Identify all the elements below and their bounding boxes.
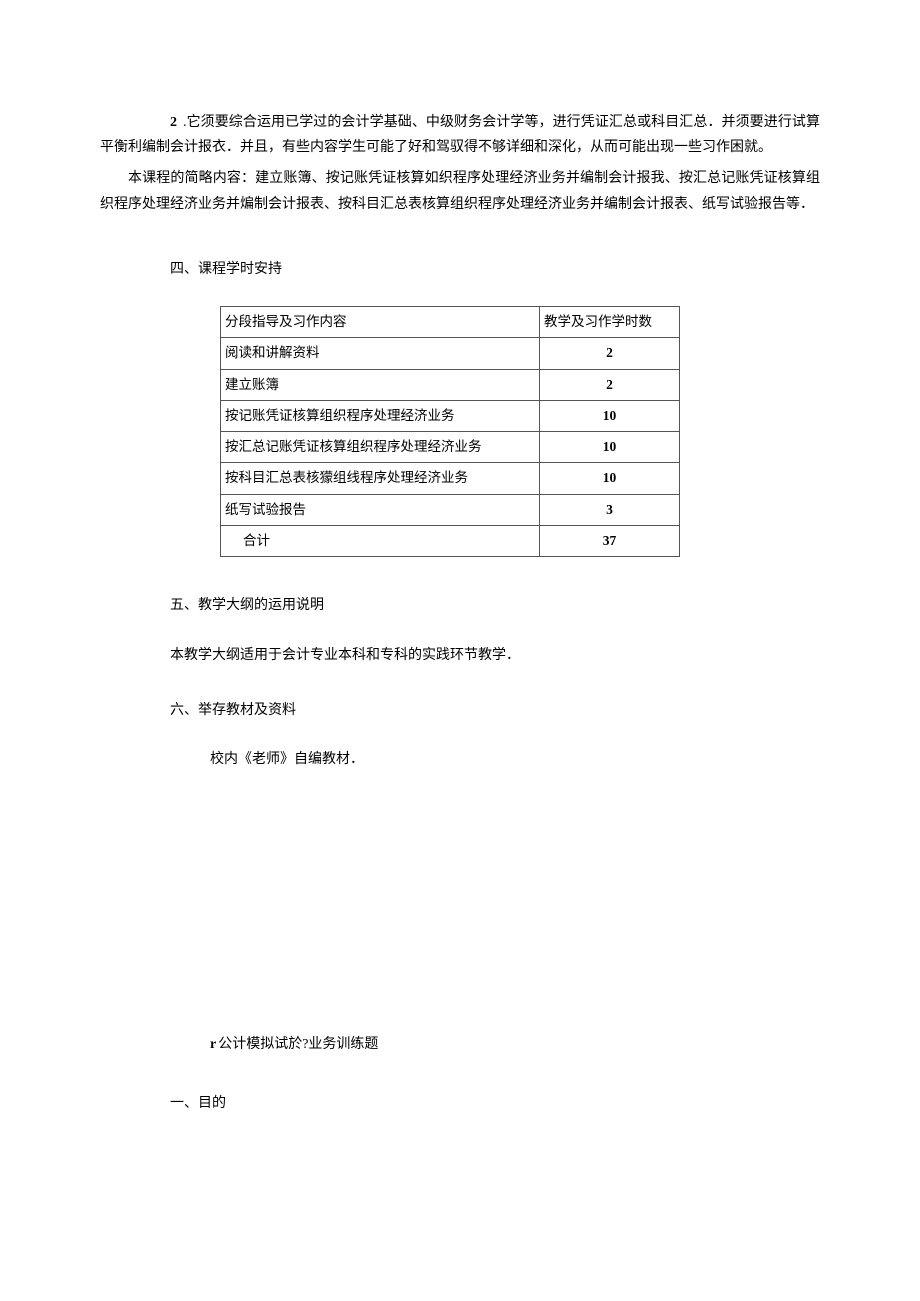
- row-content: 纸写试验报告: [221, 494, 540, 525]
- table-row: 建立账簿 2: [221, 369, 680, 400]
- section-6-heading: 六、举存教材及资料: [170, 698, 820, 723]
- row-hours: 2: [540, 338, 680, 369]
- row-content: 建立账簿: [221, 369, 540, 400]
- header-hours: 教学及习作学时数: [540, 306, 680, 337]
- point-2-paragraph: 2.它须要综合运用已学过的会计学基础、中级财务会计学等，进行凭证汇总或科目汇总．…: [100, 110, 820, 160]
- row-hours: 10: [540, 463, 680, 494]
- spacer: [100, 802, 820, 1032]
- table-row: 按汇总记账凭证核算组织程序处理经济业务 10: [221, 432, 680, 463]
- table-row: 阅读和讲解资料 2: [221, 338, 680, 369]
- header-content: 分段指导及习作内容: [221, 306, 540, 337]
- hours-table: 分段指导及习作内容 教学及习作学时数 阅读和讲解资料 2 建立账簿 2 按记账凭…: [220, 306, 680, 557]
- exercise-prefix: r: [210, 1037, 216, 1052]
- row-hours: 3: [540, 494, 680, 525]
- section-6-body: 校内《老师》自编教材．: [210, 747, 820, 772]
- section-5-heading: 五、教学大纲的运用说明: [170, 593, 820, 618]
- exercise-section-1: 一、目的: [170, 1091, 820, 1116]
- row-content: 按记账凭证核算组织程序处理经济业务: [221, 400, 540, 431]
- point-2-number: 2: [170, 115, 177, 130]
- table-header-row: 分段指导及习作内容 教学及习作学时数: [221, 306, 680, 337]
- table-row: 按记账凭证核算组织程序处理经济业务 10: [221, 400, 680, 431]
- exercise-title-text: 公计模拟试於?业务训练题: [218, 1037, 378, 1052]
- row-hours: 10: [540, 400, 680, 431]
- exercise-title: r公计模拟试於?业务训练题: [210, 1032, 820, 1057]
- total-hours: 37: [540, 526, 680, 557]
- row-content: 按科目汇总表核獴组线程序处理经济业务: [221, 463, 540, 494]
- section-4-heading: 四、课程学时安持: [170, 257, 820, 282]
- total-label: 合计: [221, 526, 540, 557]
- table-total-row: 合计 37: [221, 526, 680, 557]
- course-summary: 本课程的简略内容：建立账簿、按记账凭证核算如织程序处理经济业务并编制会计报我、按…: [100, 166, 820, 216]
- section-5-body: 本教学大纲适用于会计专业本科和专科的实践环节教学．: [170, 643, 820, 668]
- table-row: 按科目汇总表核獴组线程序处理经济业务 10: [221, 463, 680, 494]
- table-row: 纸写试验报告 3: [221, 494, 680, 525]
- row-content: 阅读和讲解资料: [221, 338, 540, 369]
- row-content: 按汇总记账凭证核算组织程序处理经济业务: [221, 432, 540, 463]
- row-hours: 10: [540, 432, 680, 463]
- row-hours: 2: [540, 369, 680, 400]
- point-2-text: .它须要综合运用已学过的会计学基础、中级财务会计学等，进行凭证汇总或科目汇总．并…: [100, 115, 820, 155]
